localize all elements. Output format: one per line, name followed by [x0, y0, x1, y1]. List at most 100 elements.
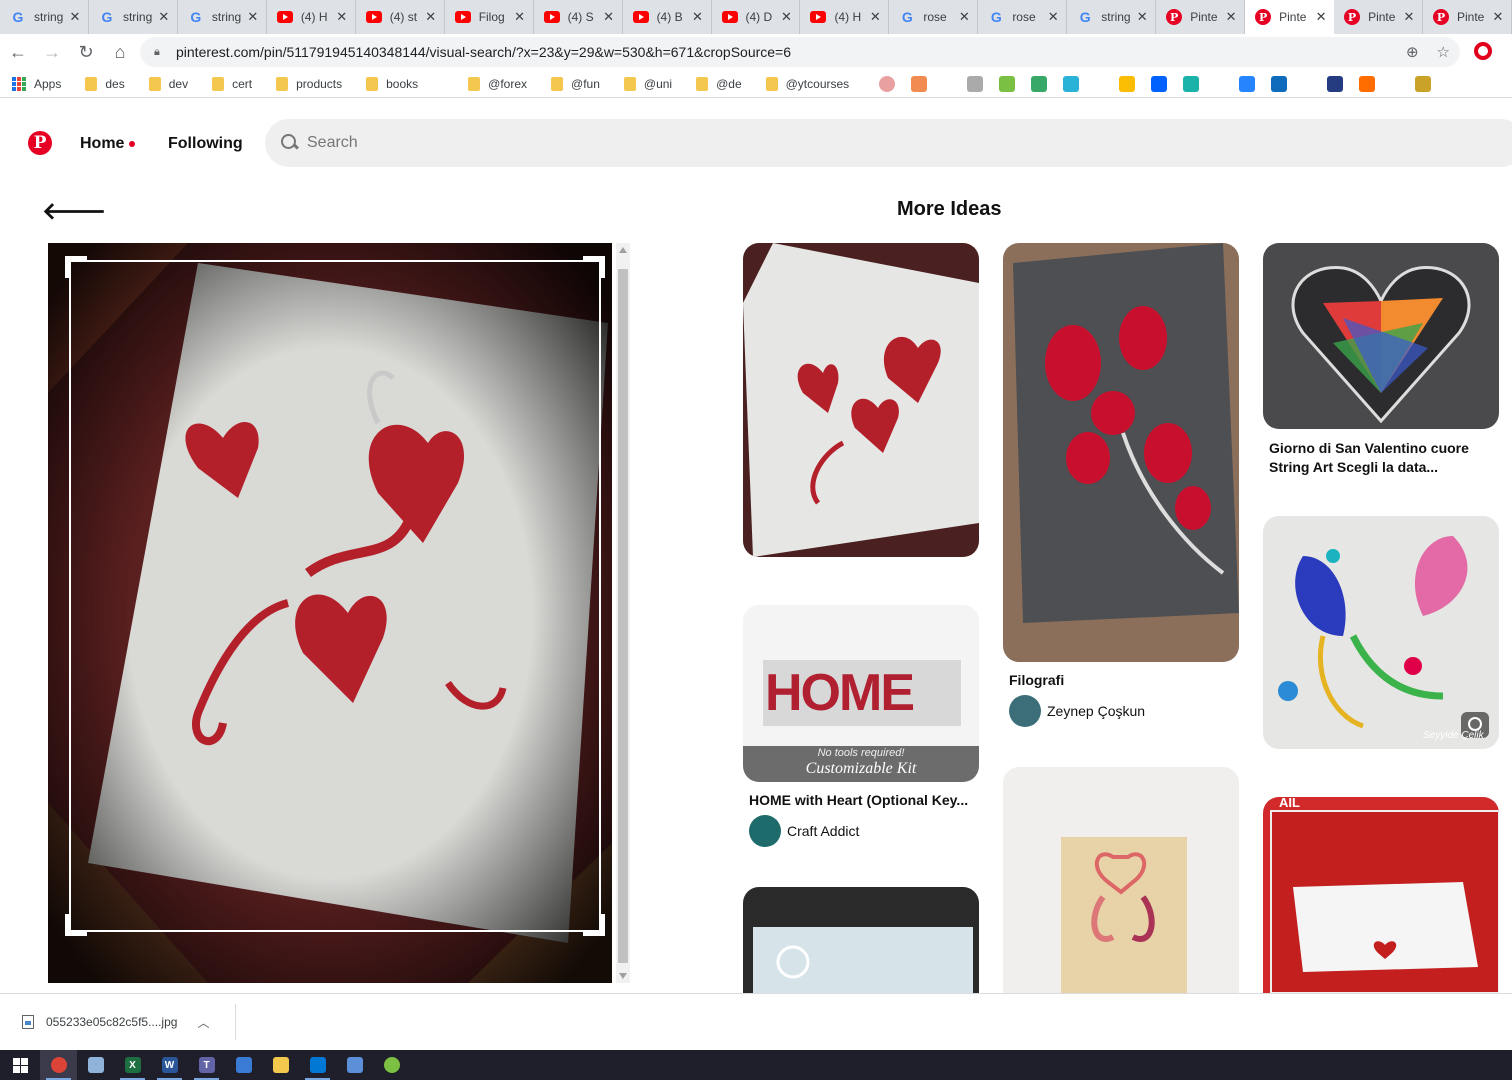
browser-tab[interactable]: P Pinte ✕	[1334, 0, 1423, 34]
tab-close-icon[interactable]: ✕	[1314, 9, 1328, 25]
pin-card-flamingos[interactable]	[1003, 767, 1239, 993]
pin-author[interactable]: Zeynep Çoşkun	[1009, 695, 1145, 727]
jira-icon[interactable]	[1239, 75, 1256, 92]
back-arrow-icon[interactable]: 🡐	[42, 196, 106, 226]
chevron-up-icon[interactable]: ︿	[197, 1014, 209, 1031]
zoom-icon[interactable]: ⊕	[1406, 43, 1419, 61]
taskbar-photos-icon[interactable]	[225, 1050, 262, 1080]
browser-tab[interactable]: Gstring ✕	[1067, 0, 1157, 34]
address-bar[interactable]: 🔒︎ pinterest.com/pin/511791945140348144/…	[140, 37, 1460, 67]
nav-home[interactable]: Home	[80, 135, 124, 153]
browser-tab[interactable]: Grose ✕	[978, 0, 1068, 34]
tab-close-icon[interactable]: ✕	[1402, 9, 1416, 25]
cloud-icon[interactable]	[1183, 75, 1200, 92]
back-icon[interactable]: ←	[2, 36, 34, 68]
browser-tab[interactable]: (4) H ✕	[267, 0, 356, 34]
taskbar-utorrent-icon[interactable]	[373, 1050, 410, 1080]
pin-card-rainbow-heart[interactable]	[1263, 243, 1499, 429]
browser-tab[interactable]: (4) S ✕	[534, 0, 623, 34]
bookmark-folder[interactable]: @de	[696, 76, 742, 91]
tab-close-icon[interactable]: ✕	[1491, 9, 1505, 25]
pin-title[interactable]: HOME with Heart (Optional Key...	[749, 791, 979, 810]
browser-tab[interactable]: (4) H ✕	[800, 0, 890, 34]
tab-close-icon[interactable]: ✕	[1046, 9, 1060, 25]
search-extension-icon[interactable]	[967, 75, 984, 92]
browser-tab[interactable]: Grose ✕	[889, 0, 979, 34]
browser-tab[interactable]: (4) st ✕	[356, 0, 445, 34]
viewer-scrollbar[interactable]	[616, 243, 630, 983]
taskbar-app-icon[interactable]	[336, 1050, 373, 1080]
crop-handle-top-left[interactable]	[65, 256, 87, 278]
bookmark-folder[interactable]: dev	[148, 76, 188, 91]
browser-tab[interactable]: P Pinte ✕	[1156, 0, 1246, 34]
tab-close-icon[interactable]: ✕	[868, 9, 882, 25]
tab-close-icon[interactable]: ✕	[335, 9, 349, 25]
scroll-down-arrow-icon[interactable]	[619, 973, 627, 979]
opera-extension-icon[interactable]	[1474, 42, 1492, 60]
reload-icon[interactable]: ↻	[70, 36, 102, 68]
pin-title[interactable]: Giorno di San Valentino cuore String Art…	[1269, 439, 1494, 477]
b-extension-icon[interactable]	[999, 75, 1016, 92]
home-icon[interactable]: ⌂	[104, 36, 136, 68]
browser-tab[interactable]: Gstring ✕	[89, 0, 178, 34]
tab-close-icon[interactable]: ✕	[424, 9, 438, 25]
browser-tab[interactable]: (4) D ✕	[712, 0, 801, 34]
pin-card-colorful-flower[interactable]: Seyyide Çelik	[1263, 516, 1499, 749]
forward-icon[interactable]: →	[36, 36, 68, 68]
pin-card-hearts[interactable]	[743, 243, 979, 557]
windows-start-icon[interactable]	[0, 1050, 40, 1080]
search-input[interactable]: Search	[265, 119, 1512, 167]
paypal-icon[interactable]	[1327, 75, 1344, 92]
tab-close-icon[interactable]: ✕	[68, 9, 82, 25]
browser-tab[interactable]: P Pinte ✕	[1423, 0, 1512, 34]
taskbar-chrome-icon[interactable]	[40, 1050, 77, 1080]
pin-image-viewer[interactable]	[48, 243, 612, 983]
transferwise-icon[interactable]	[1063, 75, 1080, 92]
pin-author[interactable]: Craft Addict	[749, 815, 859, 847]
outlook-icon[interactable]	[1271, 75, 1288, 92]
browser-tab[interactable]: (4) B ✕	[623, 0, 712, 34]
browser-tab[interactable]: Gstring ✕	[178, 0, 267, 34]
tab-close-icon[interactable]: ✕	[1135, 9, 1149, 25]
taskbar-notepad-icon[interactable]	[77, 1050, 114, 1080]
tab-close-icon[interactable]: ✕	[602, 9, 616, 25]
crop-handle-bottom-right[interactable]	[583, 914, 605, 936]
crop-selection-frame[interactable]	[65, 256, 605, 936]
cpanel-icon[interactable]	[1359, 75, 1376, 92]
calendar-icon[interactable]	[911, 75, 928, 92]
pin-card-nebraska[interactable]: AIL	[1263, 797, 1499, 993]
google-drive-icon[interactable]	[1119, 75, 1136, 92]
tab-close-icon[interactable]: ✕	[691, 9, 705, 25]
tab-close-icon[interactable]: ✕	[779, 9, 793, 25]
taskbar-word-icon[interactable]: W	[151, 1050, 188, 1080]
bookmark-folder[interactable]: products	[276, 76, 342, 91]
tab-close-icon[interactable]: ✕	[513, 9, 527, 25]
bookmark-folder[interactable]: des	[85, 76, 125, 91]
bookmark-folder[interactable]: books	[366, 76, 418, 91]
scroll-thumb[interactable]	[618, 269, 628, 963]
bookmark-star-icon[interactable]: ☆	[1437, 43, 1450, 61]
pin-card-filografi[interactable]	[1003, 243, 1239, 662]
taskbar-vscode-icon[interactable]	[299, 1050, 336, 1080]
crop-handle-top-right[interactable]	[583, 256, 605, 278]
address-url[interactable]: pinterest.com/pin/511791945140348144/vis…	[176, 44, 791, 60]
nav-following[interactable]: Following	[168, 135, 243, 153]
extension-icon[interactable]	[879, 75, 896, 92]
tab-close-icon[interactable]: ✕	[246, 9, 260, 25]
pin-card-home-kit[interactable]: HOME No tools required! Customizable Kit	[743, 605, 979, 782]
browser-tab[interactable]: Gstring ✕	[0, 0, 89, 34]
tab-close-icon[interactable]: ✕	[1224, 9, 1238, 25]
bookmark-folder[interactable]: @forex	[468, 76, 527, 91]
crop-handle-bottom-left[interactable]	[65, 914, 87, 936]
bookmark-folder[interactable]: @ytcourses	[765, 76, 849, 91]
bookmark-apps[interactable]: Apps	[12, 76, 61, 91]
extension-icon[interactable]	[1415, 75, 1432, 92]
tab-close-icon[interactable]: ✕	[157, 9, 171, 25]
dropbox-icon[interactable]	[1151, 75, 1168, 92]
bookmark-folder[interactable]: @fun	[551, 76, 600, 91]
download-item[interactable]: 055233e05c82c5f5....jpg ︿	[14, 1004, 236, 1040]
taskbar-explorer-icon[interactable]	[262, 1050, 299, 1080]
bookmark-folder[interactable]: @uni	[623, 76, 672, 91]
bookmark-folder[interactable]: cert	[212, 76, 252, 91]
browser-tab[interactable]: P Pinte ✕	[1245, 0, 1335, 34]
